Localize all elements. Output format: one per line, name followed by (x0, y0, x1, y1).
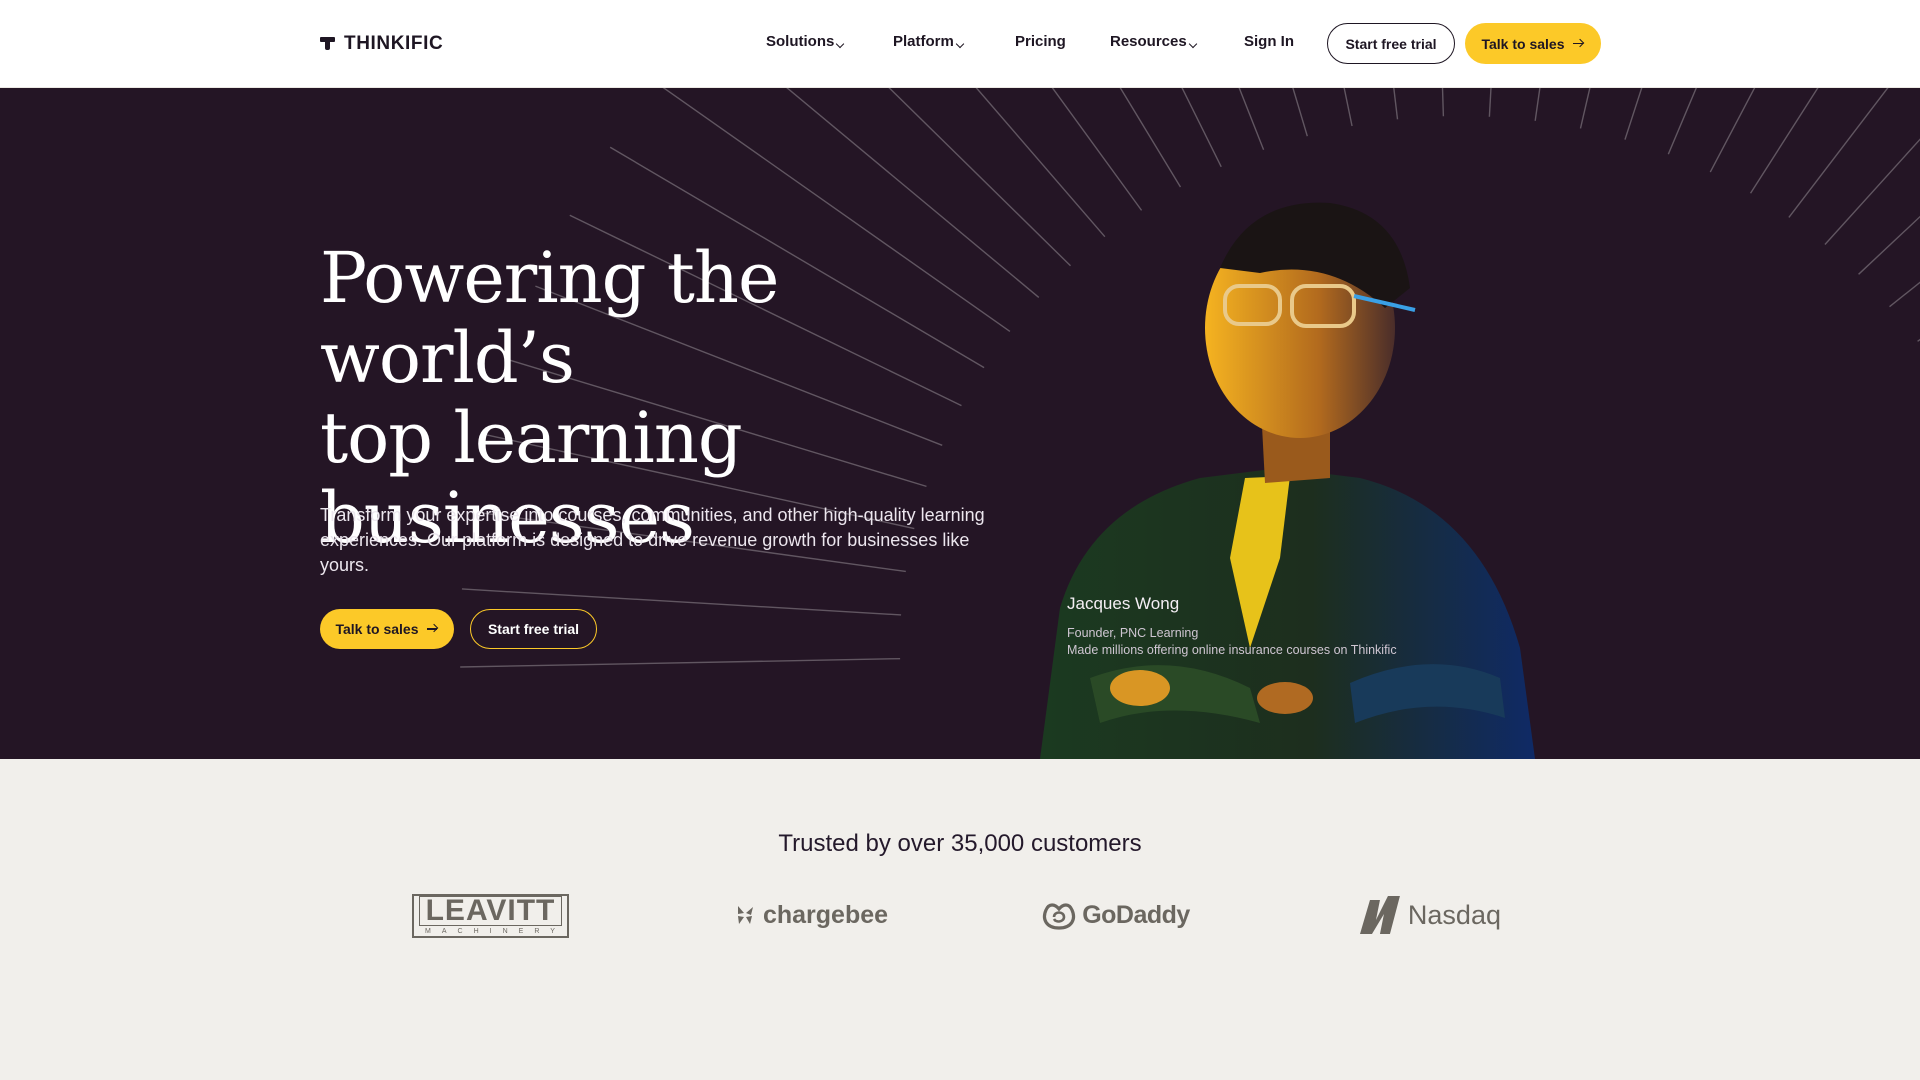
chargebee-icon (737, 906, 753, 924)
decorative-ray (1889, 281, 1920, 308)
talk-to-sales-button[interactable]: Talk to sales (1465, 23, 1601, 64)
hero-title-line: top learning (320, 397, 743, 479)
hero-subtitle: Transform your expertise into courses, c… (320, 505, 985, 575)
leavitt-machinery-logo: LEAVITT MACHINERY (412, 894, 569, 938)
button-label: Talk to sales (335, 621, 419, 637)
button-label: Talk to sales (1481, 35, 1565, 52)
nav-item-label: Pricing (1015, 33, 1066, 50)
decorative-ray (1788, 88, 1889, 218)
hero-start-free-trial-button[interactable]: Start free trial (470, 609, 597, 649)
decorative-ray (1667, 88, 1697, 155)
arrow-right-icon (426, 624, 439, 634)
decorative-ray (1824, 138, 1920, 245)
decorative-ray (1488, 88, 1492, 117)
start-free-trial-button[interactable]: Start free trial (1327, 23, 1455, 64)
nasdaq-logo: Nasdaq (1356, 890, 1501, 940)
nav-item-pricing[interactable]: Pricing (1015, 33, 1066, 50)
godaddy-icon (1043, 903, 1076, 930)
nav-item-label: Platform (893, 33, 954, 50)
decorative-ray (1749, 88, 1819, 194)
thinkific-logo[interactable]: THINKIFIC (320, 31, 443, 57)
arrow-right-icon (1572, 39, 1585, 49)
testimonial-name: Jacques Wong (1067, 594, 1180, 613)
nav-item-label: Resources (1110, 33, 1187, 50)
decorative-ray (1119, 88, 1182, 188)
decorative-ray (460, 657, 901, 668)
nav-item-label: Solutions (766, 33, 835, 50)
chevron-down-icon (1189, 41, 1198, 50)
chevron-down-icon (836, 41, 845, 50)
godaddy-logo-text: GoDaddy (1082, 900, 1190, 929)
decorative-ray (1292, 88, 1308, 137)
nav-item-sign-in[interactable]: Sign In (1244, 33, 1294, 50)
nav-item-label: Sign In (1244, 33, 1294, 50)
chevron-down-icon (956, 41, 965, 50)
nav-item-solutions[interactable]: Solutions (766, 33, 845, 50)
trusted-heading: Trusted by over 35,000 customers (778, 830, 1142, 857)
hero-talk-to-sales-button[interactable]: Talk to sales (320, 609, 454, 649)
decorative-ray (1624, 88, 1643, 140)
leavitt-logo-subtext: MACHINERY (425, 928, 566, 935)
logo-text: THINKIFIC (344, 33, 444, 54)
hero-section: Powering the world’s top learning busine… (0, 88, 1920, 759)
decorative-ray (1858, 215, 1920, 275)
nasdaq-logo-text: Nasdaq (1407, 899, 1501, 930)
thinkific-logo-icon (320, 35, 336, 53)
godaddy-logo: GoDaddy (1040, 890, 1190, 940)
decorative-ray (1579, 88, 1591, 129)
decorative-ray (1441, 88, 1445, 117)
nav-item-resources[interactable]: Resources (1110, 33, 1198, 50)
decorative-ray (1393, 88, 1399, 120)
testimonial-role: Founder, PNC Learning (1067, 626, 1199, 640)
nasdaq-icon (1359, 896, 1400, 934)
chargebee-logo-text: chargebee (762, 900, 889, 929)
hero-title-line: Powering the world’s (320, 237, 779, 399)
founder-portrait (1040, 202, 1535, 759)
decorative-ray (1343, 88, 1353, 127)
leavitt-logo-text: LEAVITT (418, 896, 563, 926)
nav-item-platform[interactable]: Platform (893, 33, 965, 50)
testimonial-description: Made millions offering online insurance … (1067, 643, 1397, 657)
chargebee-logo: chargebee (723, 890, 898, 940)
top-navigation: THINKIFIC Solutions Platform Pricing Res… (0, 0, 1920, 88)
